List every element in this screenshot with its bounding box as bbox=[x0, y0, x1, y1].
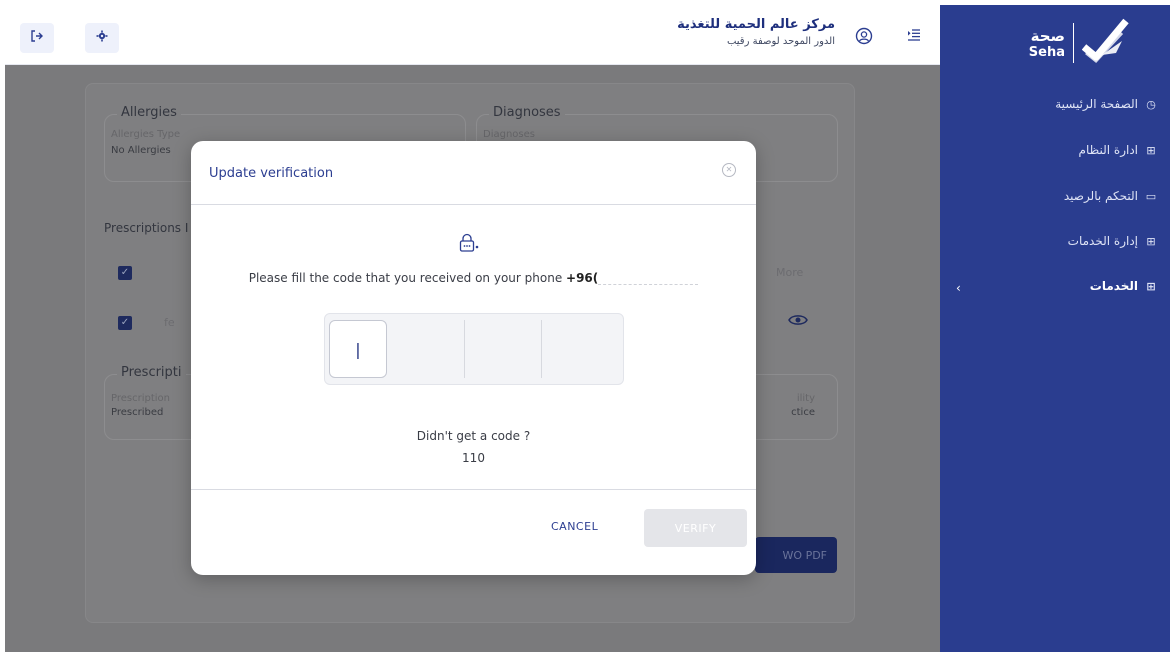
sidebar: صحة Seha الصفحة الرئيسية ◷ ادارة النظام … bbox=[940, 5, 1170, 652]
lock-icon bbox=[459, 233, 481, 257]
sidebar-item-services[interactable]: الخدمات ⊞ bbox=[1090, 279, 1158, 293]
allergies-type-value: No Allergies bbox=[111, 145, 171, 156]
resend-countdown: 110 bbox=[462, 451, 485, 465]
sidebar-item-label: الخدمات bbox=[1089, 279, 1138, 293]
otp-digit-2[interactable] bbox=[387, 320, 465, 378]
download-pdf-button: WO PDF bbox=[755, 537, 837, 573]
sidebar-item-system-admin[interactable]: ادارة النظام ⊞ bbox=[1079, 143, 1158, 157]
logo-text-arabic: صحة bbox=[1030, 26, 1065, 45]
chevron-left-icon[interactable]: ‹ bbox=[956, 281, 961, 295]
row-text: fe bbox=[164, 316, 175, 329]
sidebar-item-label: التحكم بالرصيد bbox=[1063, 189, 1138, 203]
select-all-checkbox: ✓ bbox=[118, 266, 132, 280]
close-icon[interactable]: ✕ bbox=[722, 163, 736, 177]
sidebar-item-label: الصفحة الرئيسية bbox=[1055, 97, 1138, 111]
facility-value: ctice bbox=[791, 407, 815, 418]
grid-icon: ⊞ bbox=[1146, 143, 1156, 157]
sidebar-item-home[interactable]: الصفحة الرئيسية ◷ bbox=[1055, 97, 1158, 111]
phone-number: +96( bbox=[566, 271, 599, 285]
user-circle-icon[interactable] bbox=[855, 27, 873, 49]
menu-collapse-icon[interactable] bbox=[907, 27, 921, 46]
sidebar-item-balance[interactable]: التحكم بالرصيد ▭ bbox=[1064, 189, 1158, 203]
allergies-type-label: Allergies Type bbox=[111, 129, 181, 140]
org-title-block: مركز عالم الحمية للتغذية الدور الموحد لو… bbox=[677, 17, 835, 47]
modal-footer: CANCEL VERIFY bbox=[191, 489, 756, 575]
otp-digit-3[interactable] bbox=[465, 320, 543, 378]
top-header: مركز عالم الحمية للتغذية الدور الموحد لو… bbox=[5, 5, 940, 65]
prescription-box-value: Prescribed bbox=[111, 407, 164, 418]
otp-digit-4[interactable] bbox=[542, 320, 619, 378]
verify-button[interactable]: VERIFY bbox=[644, 509, 747, 547]
dashboard-icon: ◷ bbox=[1146, 97, 1156, 111]
more-column-header: More bbox=[776, 266, 804, 279]
logo-divider bbox=[1073, 23, 1074, 63]
prescription-box-label: Prescription bbox=[111, 393, 170, 404]
sidebar-item-label: إدارة الخدمات bbox=[1067, 234, 1138, 248]
facility-label: ility bbox=[796, 393, 815, 404]
gear-icon bbox=[96, 30, 108, 46]
sidebar-item-services-admin[interactable]: إدارة الخدمات ⊞ bbox=[1068, 234, 1158, 248]
row-checkbox: ✓ bbox=[118, 316, 132, 330]
logout-button[interactable] bbox=[20, 23, 54, 53]
grid-icon: ⊞ bbox=[1146, 279, 1156, 293]
cancel-button[interactable]: CANCEL bbox=[551, 520, 598, 533]
user-role: الدور الموحد لوصفة رقيب bbox=[726, 36, 835, 47]
verification-message: Please fill the code that you received o… bbox=[191, 271, 756, 285]
sidebar-item-label: ادارة النظام bbox=[1078, 143, 1138, 157]
checkmark-logo-icon bbox=[1081, 17, 1130, 69]
resend-prompt: Didn't get a code ? bbox=[416, 429, 531, 443]
phone-mask bbox=[598, 273, 699, 285]
wallet-icon: ▭ bbox=[1145, 189, 1157, 203]
diagnoses-title: Diagnoses bbox=[489, 105, 565, 120]
eye-icon bbox=[788, 312, 808, 331]
verification-modal: Update verification ✕ Please fill the co… bbox=[191, 141, 756, 575]
modal-title: Update verification bbox=[209, 166, 334, 181]
allergies-title: Allergies bbox=[117, 105, 181, 120]
otp-input-group: | bbox=[324, 313, 624, 385]
logout-icon bbox=[30, 29, 44, 47]
seha-logo: صحة Seha bbox=[1029, 17, 1130, 69]
message-text: Please fill the code that you received o… bbox=[248, 271, 567, 285]
settings-button[interactable] bbox=[85, 23, 119, 53]
prescription-box-title: Prescripti bbox=[117, 365, 186, 380]
modal-header: Update verification ✕ bbox=[191, 141, 756, 205]
logo-text-english: Seha bbox=[1028, 44, 1065, 60]
otp-digit-1[interactable]: | bbox=[329, 320, 387, 378]
prescriptions-label: Prescriptions I bbox=[104, 221, 189, 235]
grid-icon: ⊞ bbox=[1146, 234, 1156, 248]
diagnoses-label: Diagnoses bbox=[483, 129, 535, 140]
org-name: مركز عالم الحمية للتغذية bbox=[677, 17, 835, 32]
